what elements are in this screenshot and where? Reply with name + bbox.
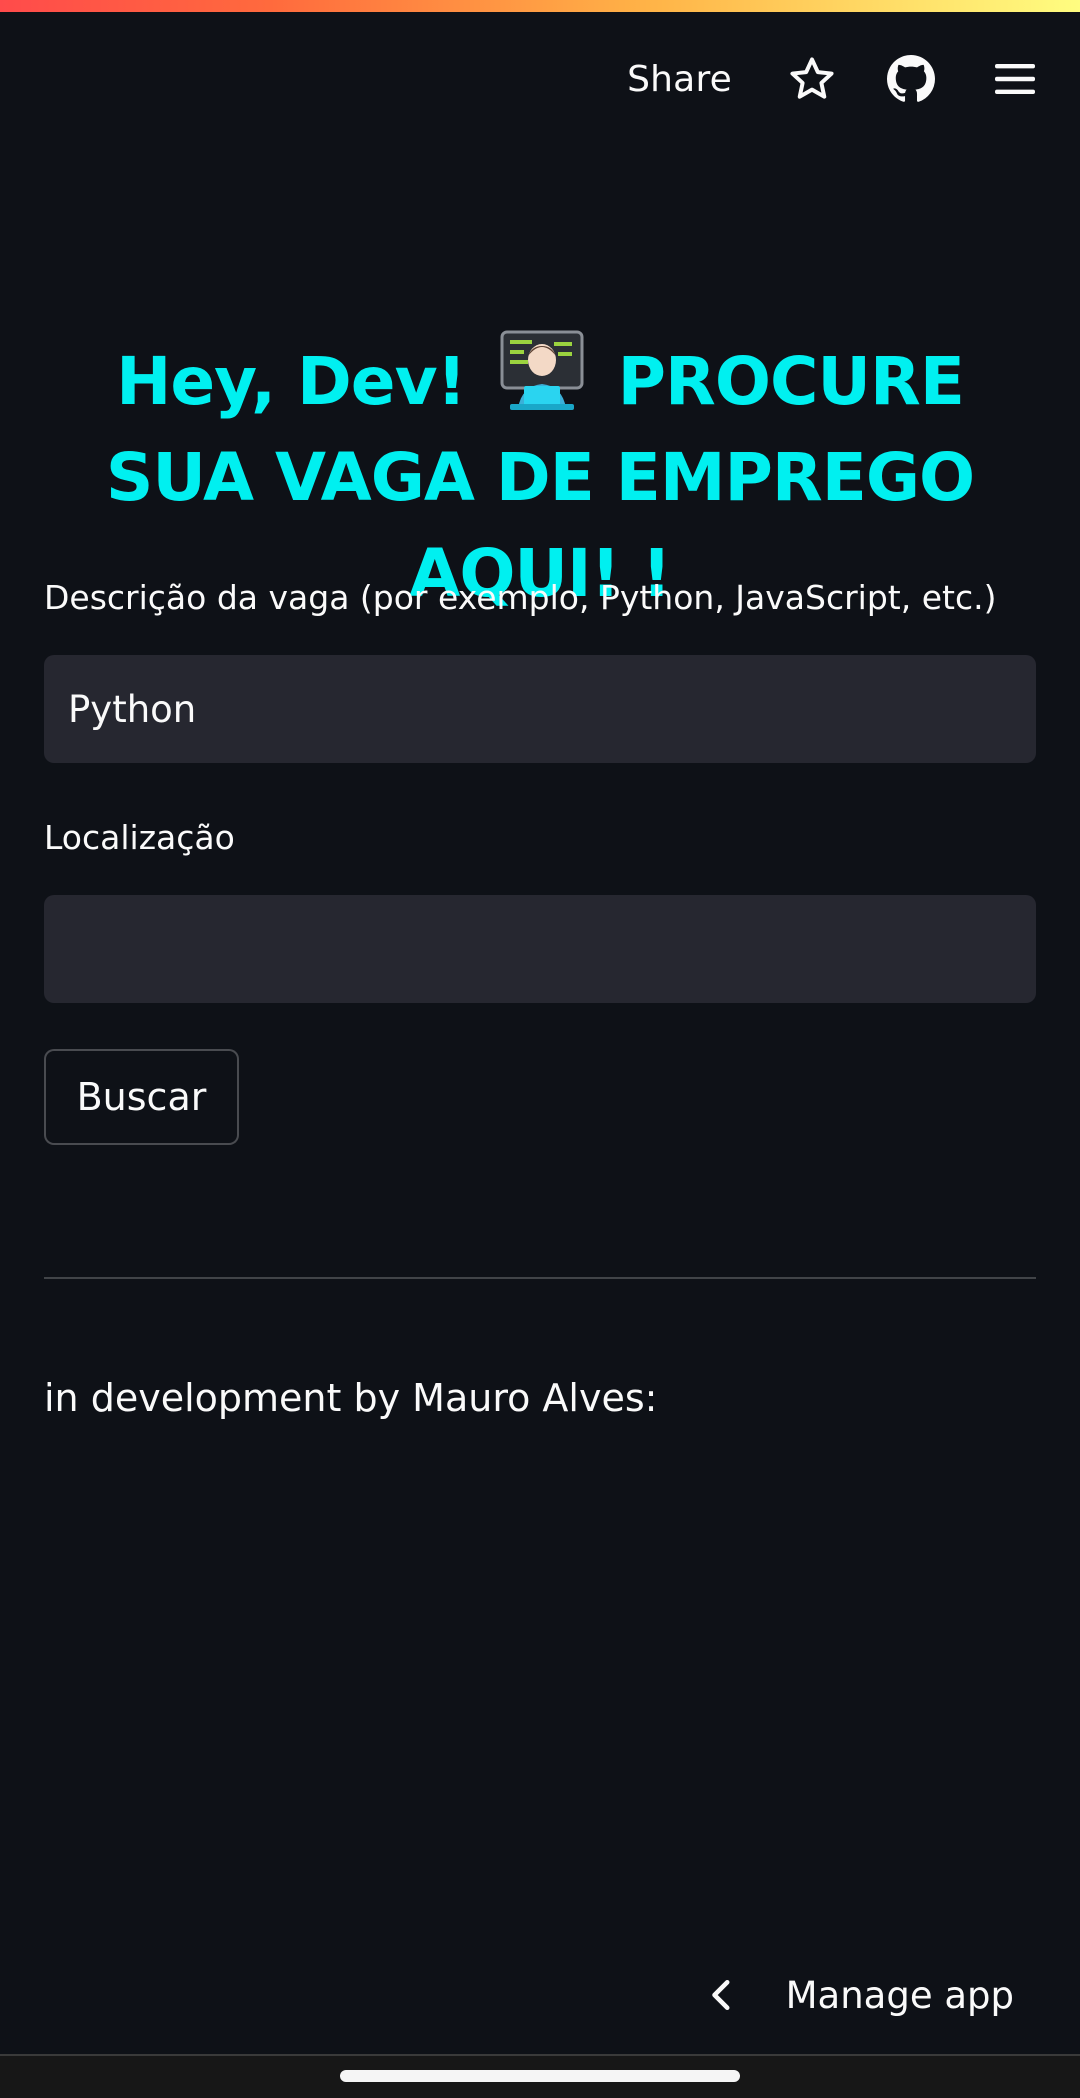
location-input[interactable] bbox=[44, 895, 1036, 1003]
manage-app-button[interactable]: Manage app bbox=[704, 1965, 1014, 2025]
home-indicator[interactable] bbox=[340, 2070, 740, 2082]
job-description-input[interactable] bbox=[44, 655, 1036, 763]
hamburger-menu-icon[interactable] bbox=[991, 55, 1039, 103]
app-page: Share Hey, Dev! PROCURE SUA VAGA DE EMPR… bbox=[0, 0, 1080, 2098]
app-toolbar: Share bbox=[627, 40, 1080, 118]
top-decoration-strip bbox=[0, 0, 1080, 12]
github-icon[interactable] bbox=[887, 55, 935, 103]
chevron-left-icon bbox=[704, 1975, 740, 2015]
manage-app-label: Manage app bbox=[785, 1973, 1014, 2017]
technologist-emoji-icon bbox=[496, 330, 588, 410]
search-button[interactable]: Buscar bbox=[44, 1049, 239, 1145]
job-description-label: Descrição da vaga (por exemplo, Python, … bbox=[44, 578, 997, 617]
share-button[interactable]: Share bbox=[627, 59, 732, 100]
star-icon[interactable] bbox=[787, 54, 837, 104]
footer-credit: in development by Mauro Alves: bbox=[44, 1376, 658, 1420]
location-label: Localização bbox=[44, 818, 235, 857]
title-greeting: Hey, Dev! bbox=[116, 343, 467, 420]
divider bbox=[44, 1277, 1036, 1279]
